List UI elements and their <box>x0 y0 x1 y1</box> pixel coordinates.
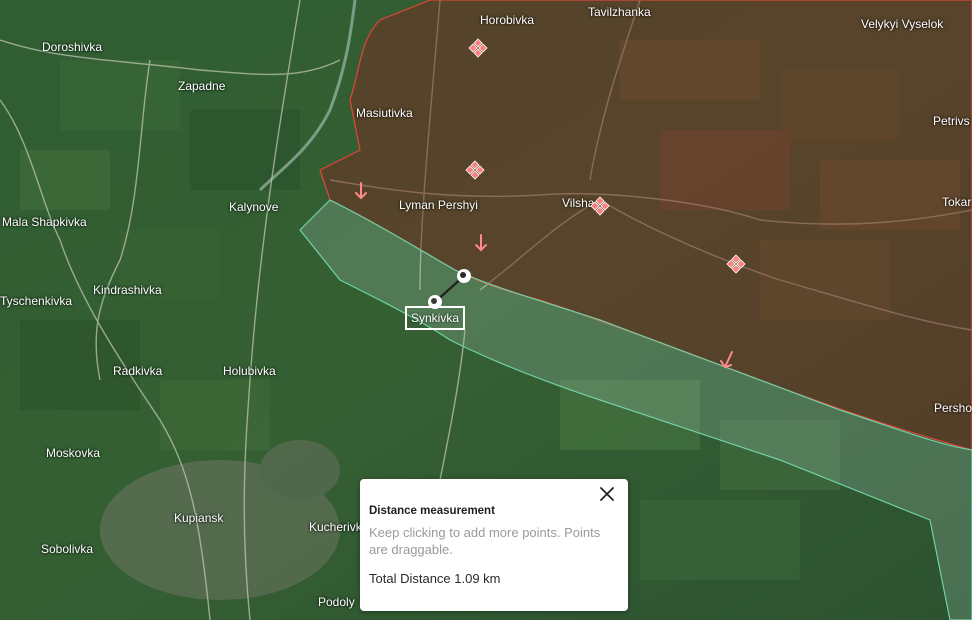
diamond-cluster-icon[interactable] <box>590 196 610 216</box>
place-label: Petrivs <box>933 114 970 128</box>
arrow-down-icon <box>720 351 733 369</box>
place-label: Velykyi Vyselok <box>861 17 944 31</box>
place-label: Horobivka <box>480 13 535 27</box>
place-label: Kupiansk <box>174 511 224 525</box>
place-label: Radkivka <box>113 364 163 378</box>
place-label: Tavilzhanka <box>588 5 651 19</box>
place-label: Doroshivka <box>42 40 103 54</box>
place-label: Moskovka <box>46 446 101 460</box>
place-label: Zapadne <box>178 79 226 93</box>
selected-place-label[interactable]: Synkivka <box>405 306 465 330</box>
total-distance: Total Distance 1.09 km <box>369 571 501 586</box>
arrow-down-icon <box>355 182 367 200</box>
place-label: Tokar <box>942 195 972 209</box>
diamond-cluster-icon[interactable] <box>468 38 488 58</box>
close-icon[interactable] <box>598 485 616 503</box>
place-label: Lyman Pershyi <box>399 198 478 212</box>
place-label: Persho <box>934 401 972 415</box>
place-label: Sobolivka <box>41 542 94 556</box>
diamond-cluster-icon[interactable] <box>465 160 485 180</box>
place-label: Kindrashivka <box>93 283 162 297</box>
measure-point-icon[interactable] <box>457 269 471 283</box>
distance-measurement-panel: Distance measurement Keep clicking to ad… <box>360 479 628 611</box>
panel-title: Distance measurement <box>369 505 495 517</box>
place-label: Masiutivka <box>356 106 413 120</box>
place-label: Podoly <box>318 595 355 609</box>
place-label: Kucherivk <box>309 520 362 534</box>
panel-hint: Keep clicking to add more points. Points… <box>369 525 601 557</box>
arrow-down-icon <box>475 234 487 252</box>
place-label: Mala Shapkivka <box>2 215 87 229</box>
diamond-cluster-icon[interactable] <box>726 254 746 274</box>
place-label: Holubivka <box>223 364 276 378</box>
place-label: Tyschenkivka <box>0 294 73 308</box>
place-label: Kalynove <box>229 200 279 214</box>
